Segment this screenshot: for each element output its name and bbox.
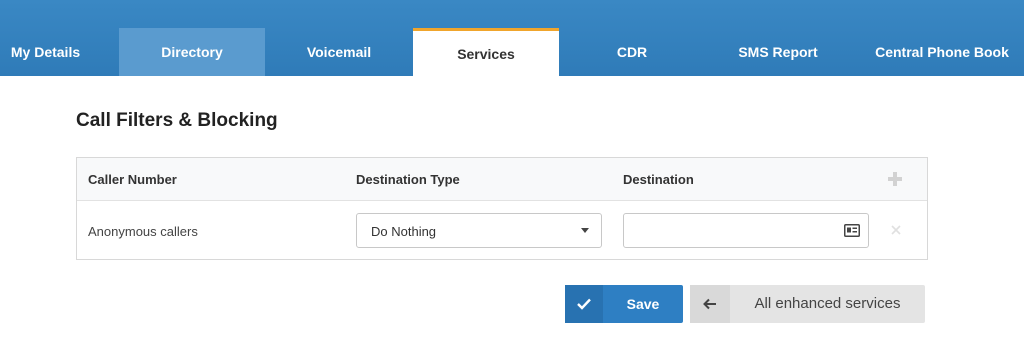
chevron-down-icon — [581, 228, 589, 233]
call-filters-table: Caller Number Destination Type Destinati… — [76, 157, 928, 260]
caller-number-cell: Anonymous callers — [88, 224, 198, 239]
top-nav-bar: My Details Directory Voicemail Services … — [0, 0, 1024, 76]
destination-field-wrapper — [623, 213, 869, 248]
destination-type-select[interactable]: Do Nothing — [356, 213, 602, 248]
tab-sms-report[interactable]: SMS Report — [705, 28, 851, 76]
page-title: Call Filters & Blocking — [76, 110, 278, 131]
contact-card-icon[interactable] — [844, 224, 860, 237]
arrow-left-icon — [703, 298, 716, 310]
tab-voicemail[interactable]: Voicemail — [265, 28, 413, 76]
back-icon-box — [690, 285, 730, 323]
destination-type-value: Do Nothing — [371, 224, 437, 239]
save-button[interactable]: Save — [565, 285, 683, 323]
header-destination: Destination — [623, 172, 694, 187]
all-enhanced-services-button[interactable]: All enhanced services — [690, 285, 925, 323]
checkmark-icon — [577, 298, 591, 310]
all-enhanced-services-label: All enhanced services — [754, 295, 901, 312]
plus-icon[interactable] — [887, 171, 903, 187]
tab-directory[interactable]: Directory — [119, 28, 265, 76]
tab-central-phone-book[interactable]: Central Phone Book — [860, 28, 1024, 76]
table-header: Caller Number Destination Type Destinati… — [77, 158, 927, 201]
tab-my-details[interactable]: My Details — [0, 28, 91, 76]
close-icon[interactable] — [891, 225, 901, 235]
destination-input[interactable] — [624, 214, 834, 247]
save-button-label: Save — [626, 296, 660, 312]
save-icon-box — [565, 285, 603, 323]
tab-cdr[interactable]: CDR — [559, 28, 705, 76]
header-destination-type: Destination Type — [356, 172, 460, 187]
header-caller-number: Caller Number — [88, 172, 177, 187]
tab-services[interactable]: Services — [413, 28, 559, 76]
